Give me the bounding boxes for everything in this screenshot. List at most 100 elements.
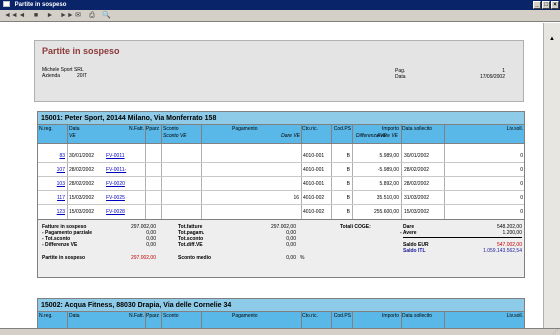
col-nreg: N.reg. <box>39 313 53 319</box>
table-row: 103 28/02/2002 FV-0020 4010-001 B 5.892,… <box>38 177 524 191</box>
nreg-link[interactable]: 83 <box>39 153 65 159</box>
report-header: Partite in sospeso Michele Sport SRL Azi… <box>34 40 524 102</box>
row-payment: 16 <box>293 195 299 201</box>
invoice-link[interactable]: FV-0028 <box>106 209 125 215</box>
invoice-link[interactable]: FV-0025 <box>106 195 125 201</box>
prev-page-icon[interactable]: ◄ <box>18 11 26 21</box>
col-data-sollecito: Data sollecito <box>402 126 433 132</box>
column-header-row: N.reg. Data VE N.Fatt. Pparz Sconto Scon… <box>38 125 524 144</box>
nreg-link[interactable]: 107 <box>39 167 65 173</box>
close-button[interactable]: × <box>551 1 559 9</box>
totdiff-label: Tot.diff.VE <box>178 242 203 248</box>
col-pparz: Pparz <box>146 126 160 132</box>
invoice-rows: 83 30/01/2002 FV-0011 4010-001 B 5.989,0… <box>38 144 524 219</box>
col-data: Data <box>69 313 80 319</box>
status-bar: ⋰ <box>0 328 560 335</box>
row-date: 30/01/2002 <box>69 153 95 159</box>
col-ctoric: Cto.ric. <box>302 126 318 132</box>
report-date: 17/09/2002 <box>479 74 505 80</box>
row-account: 4010-002 <box>303 209 325 215</box>
nreg-link[interactable]: 103 <box>39 181 65 187</box>
row-amount: 255.600,00 <box>373 209 399 215</box>
col-dare-ve: Dare VE <box>281 133 300 139</box>
col-importo: Importo <box>382 126 399 132</box>
scroll-up-icon[interactable]: ▲ <box>544 36 560 46</box>
row-date: 15/03/2002 <box>69 195 95 201</box>
row-reminder-date: 28/02/2002 <box>404 167 430 173</box>
email-icon[interactable]: ✉ <box>74 11 82 21</box>
col-codps: Cod.PS <box>333 313 351 319</box>
row-codps: B <box>346 167 350 173</box>
row-amount: 5.892,00 <box>379 181 399 187</box>
totdiff-value: 0,00 <box>286 242 296 248</box>
col-nfatt: N.Fatt. <box>128 313 144 319</box>
sconto-medio-unit: % <box>300 255 305 261</box>
col-sconto-ve: Sconto VE <box>163 133 187 139</box>
customer-heading: 15002: Acqua Fitness, 88030 Drapia, Via … <box>38 299 524 312</box>
row-reminder-date: 30/01/2002 <box>404 153 430 159</box>
sconto-medio-label: Sconto medio <box>178 255 212 261</box>
col-data: Data <box>69 126 80 132</box>
nreg-link[interactable]: 117 <box>39 195 65 201</box>
col-sconto: Sconto <box>163 126 179 132</box>
vertical-scrollbar[interactable]: ▲ <box>543 23 560 328</box>
col-pagamento: Pagamento <box>232 313 258 319</box>
row-amount: 5.989,00 <box>379 153 399 159</box>
avere-label: - Avere <box>400 230 417 236</box>
col-nreg: N.reg. <box>39 126 53 132</box>
col-pagamento: Pagamento <box>232 126 258 132</box>
azienda-label: Azienda <box>42 73 61 79</box>
invoice-link[interactable]: FV-0011 <box>106 153 125 159</box>
row-reminder-date: 15/03/2002 <box>404 209 430 215</box>
customer-section: 15001: Peter Sport, 20144 Milano, Via Mo… <box>37 111 525 278</box>
maximize-button[interactable]: □ <box>542 1 550 9</box>
row-codps: B <box>346 181 350 187</box>
row-date: 15/03/2002 <box>69 209 95 215</box>
date-label: Data <box>395 74 406 80</box>
partite-label: Partite in sospeso <box>42 255 86 261</box>
partite-value: 297.002,00 <box>130 255 156 261</box>
row-account: 4010-002 <box>303 195 325 201</box>
col-pparz: Pparz <box>146 313 160 319</box>
minimize-button[interactable]: _ <box>533 1 541 9</box>
col-liv-soll: Liv.soll. <box>506 313 523 319</box>
row-level: 0 <box>520 167 523 173</box>
col-data-sollecito: Data sollecito <box>402 313 433 319</box>
col-data-ve: VE <box>69 133 76 139</box>
resize-grip-icon[interactable]: ⋰ <box>553 329 558 335</box>
app-icon <box>3 1 10 7</box>
row-account: 4010-001 <box>303 153 325 159</box>
col-ctoric: Cto.ric. <box>302 313 318 319</box>
row-date: 28/02/2002 <box>69 167 95 173</box>
diff-ve-value: 0,00 <box>146 242 156 248</box>
invoice-link[interactable]: FV-0011- <box>106 167 126 173</box>
col-differenza-ve: Differenza VE <box>356 133 387 139</box>
col-sconto: Sconto <box>163 313 179 319</box>
azienda-value: 20IT <box>77 73 88 79</box>
next-page-icon[interactable]: ► <box>46 11 54 21</box>
saldo-itl-label: Saldo ITL <box>403 248 426 254</box>
window-controls: _ □ × <box>533 1 559 9</box>
row-level: 0 <box>520 209 523 215</box>
nreg-link[interactable]: 123 <box>39 209 65 215</box>
section-totals: Fatture in sospeso 297.002,00 - Pagament… <box>38 219 524 277</box>
col-liv-soll: Liv.soll. <box>506 126 523 132</box>
zoom-icon[interactable]: 🔍 <box>102 11 111 21</box>
row-level: 0 <box>520 195 523 201</box>
first-page-icon[interactable]: ◄◄ <box>4 11 18 21</box>
row-amount: 35.510,00 <box>376 195 399 201</box>
coge-label: Totali COGE: <box>340 224 371 230</box>
table-row: 107 28/02/2002 FV-0011- 4010-001 B -5.98… <box>38 163 524 177</box>
stop-icon[interactable]: ■ <box>32 11 40 21</box>
row-codps: B <box>346 195 350 201</box>
last-page-icon[interactable]: ►► <box>60 11 74 21</box>
col-nfatt: N.Fatt. <box>128 126 144 132</box>
sconto-medio-value: 0,00 <box>286 255 296 261</box>
column-header-row: N.reg. Data N.Fatt. Pparz Sconto Pagamen… <box>38 312 524 328</box>
report-title: Partite in sospeso <box>42 46 120 56</box>
customer-section: 15002: Acqua Fitness, 88030 Drapia, Via … <box>37 298 525 328</box>
row-codps: B <box>346 153 350 159</box>
window-title: Partite in sospeso <box>14 2 67 8</box>
print-icon[interactable]: ⎙ <box>88 11 96 21</box>
invoice-link[interactable]: FV-0020 <box>106 181 125 187</box>
